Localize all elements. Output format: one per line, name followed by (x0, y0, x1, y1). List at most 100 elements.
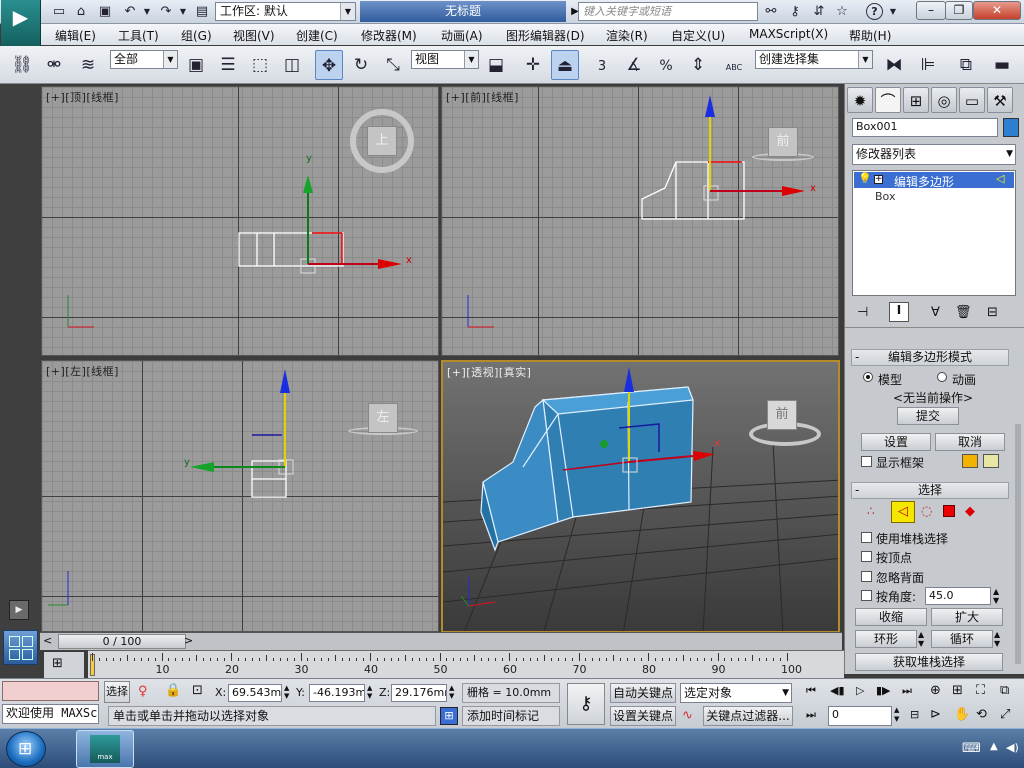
cage-color-swatch[interactable] (962, 454, 978, 468)
ring-button[interactable]: 环形 (855, 630, 917, 648)
angle-spinner-input[interactable]: 45.0 (925, 587, 991, 605)
pan-view-icon[interactable]: ✋ (954, 707, 970, 722)
help-icon[interactable]: ? (866, 3, 883, 20)
hierarchy-tab-icon[interactable]: ⊞ (903, 87, 929, 113)
set-key-button[interactable]: 设置关键点 (610, 706, 676, 726)
get-stack-selection-button[interactable]: 获取堆栈选择 (855, 653, 1003, 671)
menu-tools[interactable]: 工具(T) (118, 27, 159, 44)
lightbulb-icon[interactable]: 💡 (858, 172, 872, 185)
polygon-subobject-icon[interactable] (943, 505, 955, 517)
rectangular-selection-icon[interactable]: ⬚ (246, 50, 274, 80)
favorites-star-icon[interactable]: ☆ (833, 3, 851, 21)
maxscript-mini-listener[interactable]: 欢迎使用 MAXSc (2, 704, 99, 724)
time-slider-next-icon[interactable]: > (184, 634, 193, 647)
absolute-mode-transform-icon[interactable]: ⊡ (192, 683, 203, 698)
stack-item-edit-poly[interactable]: 💡 + 编辑多边形 ◁ (854, 172, 1014, 189)
previous-frame-icon[interactable]: ◀▮ (830, 684, 845, 697)
menu-animation[interactable]: 动画(A) (441, 27, 483, 44)
viewport-persp-label[interactable]: [+][透视][真实] (447, 364, 531, 380)
curve-editor-toggle[interactable]: ⊞ (44, 652, 84, 678)
key-mode-toggle-icon[interactable]: ⏭ (806, 708, 816, 722)
border-subobject-icon[interactable]: ◌ (921, 504, 932, 519)
settings-button[interactable]: 设置 (861, 433, 931, 451)
percent-snap-icon[interactable]: % (652, 50, 680, 80)
stack-item-box[interactable]: Box (875, 190, 895, 203)
zoom-all-icon[interactable]: ⊞ (952, 683, 963, 698)
menu-help[interactable]: 帮助(H) (849, 27, 891, 44)
edit-named-selection-icon[interactable]: ABC (720, 50, 748, 80)
unlink-icon[interactable]: ⚮ (40, 50, 68, 80)
display-tab-icon[interactable]: ▭ (959, 87, 985, 113)
application-menu-button[interactable]: ▶ (1, 0, 41, 46)
set-key-icon[interactable]: ⚷ (567, 683, 605, 725)
grow-button[interactable]: 扩大 (931, 608, 1003, 626)
loop-spinner-icon[interactable]: ▲ ▼ (994, 630, 1000, 648)
time-configuration-icon[interactable]: ⊟ (910, 708, 919, 721)
named-selection-sets-dropdown[interactable]: 创建选择集 ▼ (755, 50, 873, 69)
maximize-viewport-icon[interactable]: ⤢ (1000, 707, 1010, 722)
open-file-icon[interactable]: ⌂ (72, 3, 90, 21)
x-coord-input[interactable]: 69.543mm (228, 684, 282, 702)
menu-rendering[interactable]: 渲染(R) (606, 27, 648, 44)
select-manipulate-icon[interactable]: ✛ (519, 50, 547, 80)
animate-radio[interactable] (937, 372, 947, 382)
use-stack-checkbox[interactable] (861, 532, 872, 543)
binoculars-icon[interactable]: ⚯ (762, 3, 780, 21)
rollout-edit-poly-mode[interactable]: - 编辑多边形模式 (851, 349, 1009, 366)
pivot-center-icon[interactable]: ⬓ (482, 50, 510, 80)
tray-expand-icon[interactable]: ▲ (990, 741, 998, 752)
menu-graph-editors[interactable]: 图形编辑器(D) (506, 27, 585, 44)
spinner-arrows-icon[interactable]: ▲ ▼ (894, 706, 899, 724)
graphite-ribbon-icon[interactable]: ▬ (988, 50, 1016, 80)
by-vertex-checkbox[interactable] (861, 551, 872, 562)
z-coord-input[interactable]: 29.176mm (391, 684, 447, 702)
menu-group[interactable]: 组(G) (181, 27, 212, 44)
spinner-arrows-icon[interactable]: ▲ ▼ (367, 684, 372, 700)
by-angle-checkbox[interactable] (861, 590, 872, 601)
commit-button[interactable]: 提交 (897, 407, 959, 425)
object-color-swatch[interactable] (1003, 118, 1019, 137)
select-and-move-icon[interactable]: ✥ (315, 50, 343, 80)
spinner-arrows-icon[interactable]: ▲ ▼ (993, 587, 999, 605)
selection-lock-icon[interactable]: 🔒 (165, 683, 181, 698)
menu-views[interactable]: 视图(V) (233, 27, 275, 44)
isolate-selection-icon[interactable]: ♀ (138, 684, 148, 699)
y-coord-input[interactable]: -46.193mm (309, 684, 365, 702)
expand-plus-icon[interactable]: + (874, 175, 883, 184)
cancel-button[interactable]: 取消 (935, 433, 1005, 451)
viewport-left[interactable]: [+][左][线框] 左 y (41, 360, 439, 632)
motion-tab-icon[interactable]: ◎ (931, 87, 957, 113)
add-time-tag-icon[interactable]: ⊞ (440, 707, 458, 725)
menu-create[interactable]: 创建(C) (296, 27, 338, 44)
taskbar-3dsmax-button[interactable]: max (76, 730, 134, 768)
spinner-arrows-icon[interactable]: ▲ ▼ (284, 684, 289, 700)
next-frame-icon[interactable]: ▮▶ (876, 684, 891, 697)
workspace-dropdown[interactable]: 工作区: 默认 ▼ (215, 2, 356, 21)
modifier-list-dropdown[interactable]: 修改器列表 ▼ (852, 144, 1016, 165)
menu-maxscript[interactable]: MAXScript(X) (749, 27, 828, 41)
element-subobject-icon[interactable]: ◆ (965, 504, 975, 519)
loop-button[interactable]: 循环 (931, 630, 993, 648)
mirror-icon[interactable]: ⧓ (880, 50, 908, 80)
align-icon[interactable]: ⊫ (914, 50, 942, 80)
select-by-name-icon[interactable]: ☰ (214, 50, 242, 80)
configure-modifier-sets-icon[interactable]: ⊟ (987, 305, 998, 320)
help-dropdown-icon[interactable]: ▼ (884, 3, 902, 21)
save-icon[interactable]: ▣ (96, 3, 114, 21)
spinner-snap-icon[interactable]: ⇕ (684, 50, 712, 80)
auto-key-button[interactable]: 自动关键点 (610, 683, 676, 703)
utilities-tab-icon[interactable]: ⚒ (987, 87, 1013, 113)
communication-center-icon[interactable]: ⇵ (810, 3, 828, 21)
zoom-extents-all-icon[interactable]: ⧉ (1000, 683, 1009, 698)
snaps-toggle-icon[interactable]: 3 (588, 50, 616, 80)
menu-customize[interactable]: 自定义(U) (671, 27, 725, 44)
viewport-top[interactable]: [+][顶][线框] 上 y x (41, 86, 439, 356)
show-cage-checkbox[interactable] (861, 456, 872, 467)
viewcube-persp[interactable]: 前 (767, 400, 797, 430)
model-radio[interactable] (863, 372, 873, 382)
select-and-scale-icon[interactable]: ⤡ (379, 50, 407, 80)
spinner-arrows-icon[interactable]: ▲ ▼ (449, 684, 454, 700)
add-time-tag-field[interactable]: 添加时间标记 (462, 706, 560, 726)
orbit-icon[interactable]: ⟲ (976, 707, 987, 722)
menu-edit[interactable]: 编辑(E) (55, 27, 96, 44)
